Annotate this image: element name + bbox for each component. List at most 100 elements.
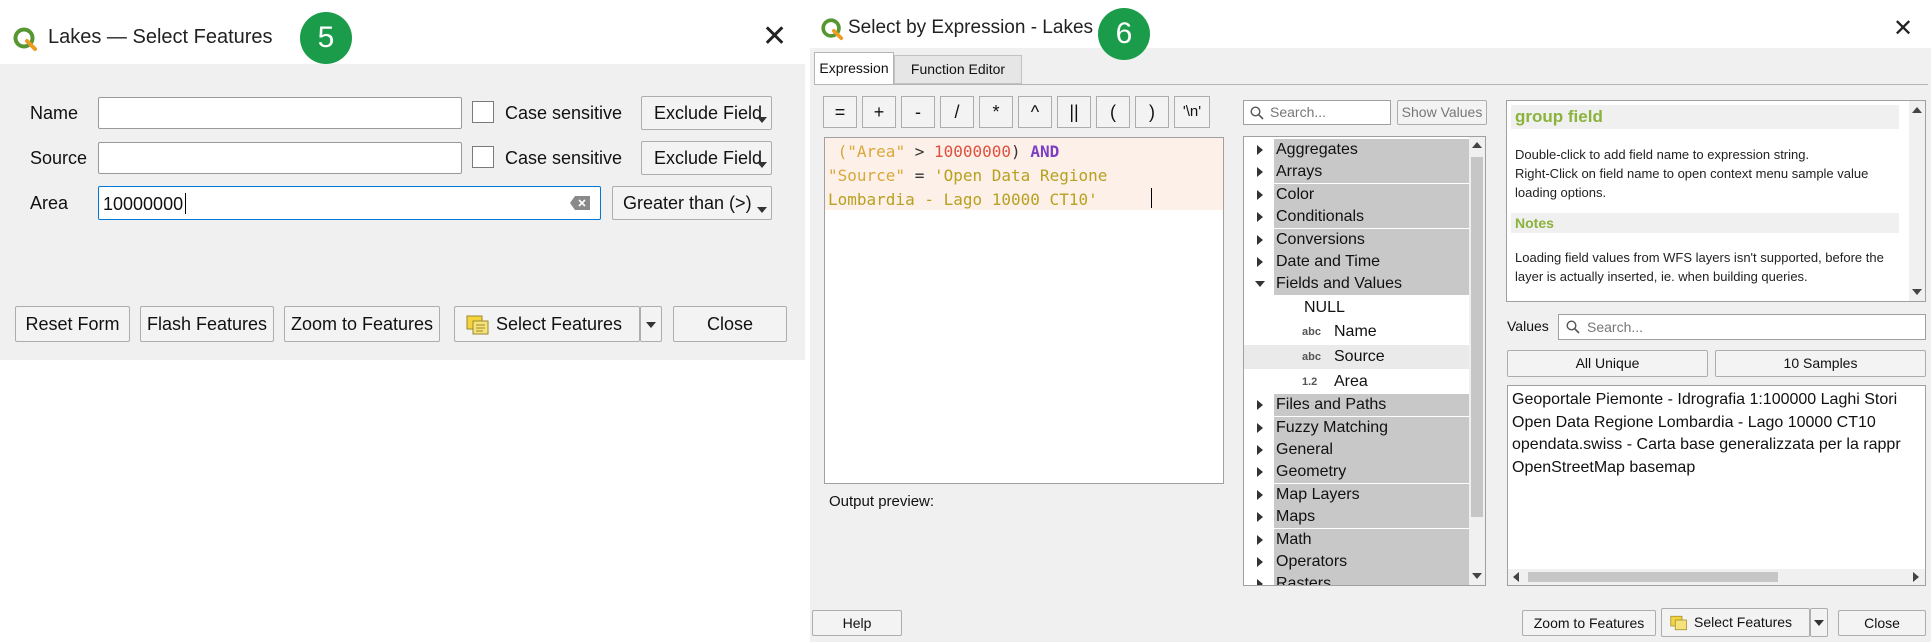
ten-samples-button[interactable]: 10 Samples: [1715, 350, 1926, 377]
chevron-down-icon[interactable]: [1255, 281, 1265, 288]
text-caret: [185, 193, 186, 214]
operator-multiply-button[interactable]: *: [979, 96, 1013, 128]
tree-group-item[interactable]: Fields and Values: [1244, 273, 1471, 296]
tree-group-item[interactable]: Files and Paths: [1244, 394, 1471, 417]
scroll-thumb[interactable]: [1471, 157, 1483, 517]
chevron-right-icon[interactable]: [1257, 445, 1263, 455]
operator-concat-button[interactable]: ||: [1057, 96, 1091, 128]
tree-group-item[interactable]: Color: [1244, 183, 1471, 206]
tree-group-item[interactable]: Arrays: [1244, 161, 1471, 184]
tree-group-item[interactable]: Date and Time: [1244, 251, 1471, 273]
tree-group-item[interactable]: General: [1244, 439, 1471, 461]
values-list[interactable]: Geoportale Piemonte - Idrografia 1:10000…: [1507, 385, 1926, 586]
chevron-right-icon[interactable]: [1257, 579, 1263, 585]
operator-open-paren-button[interactable]: (: [1096, 96, 1130, 128]
footer-zoom-to-features-button[interactable]: Zoom to Features: [1522, 610, 1656, 636]
tree-group-label: Operators: [1274, 551, 1471, 573]
function-tree[interactable]: Aggregates Arrays Color Conditionals Convers…: [1243, 136, 1486, 586]
tree-field-item[interactable]: abc Source: [1244, 345, 1469, 369]
left-close-button[interactable]: Close: [673, 306, 787, 342]
tree-field-item[interactable]: 1.2 Area: [1244, 370, 1469, 394]
chevron-right-icon[interactable]: [1257, 467, 1263, 478]
tree-group-item[interactable]: Geometry: [1244, 461, 1471, 484]
chevron-right-icon[interactable]: [1257, 422, 1263, 433]
reset-form-button[interactable]: Reset Form: [15, 306, 130, 342]
value-item[interactable]: Geoportale Piemonte - Idrografia 1:10000…: [1512, 389, 1901, 412]
tree-group-item[interactable]: Fuzzy Matching: [1244, 416, 1471, 439]
chevron-right-icon[interactable]: [1257, 145, 1263, 155]
scroll-left-icon[interactable]: [1513, 572, 1519, 582]
tree-group-item[interactable]: Conditionals: [1244, 206, 1471, 229]
function-tree-scrollbar[interactable]: [1469, 137, 1485, 585]
tree-group-item[interactable]: Operators: [1244, 551, 1471, 573]
scroll-down-icon[interactable]: [1472, 573, 1482, 579]
operator-newline-button[interactable]: '\n': [1174, 96, 1210, 128]
step-badge-5: 5: [300, 12, 352, 64]
tab-function-editor[interactable]: Function Editor: [894, 55, 1022, 84]
clear-input-icon[interactable]: [570, 196, 590, 210]
tree-group-item[interactable]: Map Layers: [1244, 483, 1471, 506]
source-mode-dropdown[interactable]: Exclude Field: [641, 141, 772, 175]
tab-expression[interactable]: Expression: [814, 52, 894, 84]
function-search-input[interactable]: Search...: [1243, 100, 1391, 125]
name-mode-dropdown[interactable]: Exclude Field: [641, 96, 772, 130]
chevron-right-icon[interactable]: [1257, 557, 1263, 567]
area-mode-dropdown[interactable]: Greater than (>): [612, 186, 772, 220]
source-input[interactable]: [98, 142, 462, 174]
value-item[interactable]: opendata.swiss - Carta base generalizzat…: [1512, 434, 1901, 457]
tree-group-item[interactable]: Maps: [1244, 506, 1471, 529]
scroll-up-icon[interactable]: [1472, 142, 1482, 148]
name-case-checkbox[interactable]: [472, 101, 494, 123]
chevron-right-icon[interactable]: [1257, 512, 1263, 523]
all-unique-button[interactable]: All Unique: [1507, 350, 1708, 377]
footer-select-features-button[interactable]: Select Features: [1661, 608, 1810, 637]
tree-group-item[interactable]: Math: [1244, 528, 1471, 551]
chevron-right-icon[interactable]: [1257, 234, 1263, 245]
help-scrollbar[interactable]: [1909, 101, 1925, 301]
expression-editor[interactable]: ("Area" > 10000000) AND "Source" = 'Open…: [824, 137, 1224, 484]
show-values-label: Show Values: [1401, 104, 1483, 120]
operator-power-button[interactable]: ^: [1018, 96, 1052, 128]
chevron-right-icon[interactable]: [1257, 400, 1263, 411]
scroll-up-icon[interactable]: [1912, 107, 1922, 113]
select-features-menu-button[interactable]: [640, 306, 662, 342]
chevron-right-icon[interactable]: [1257, 212, 1263, 223]
operator-close-paren-button[interactable]: ): [1135, 96, 1169, 128]
help-button[interactable]: Help: [812, 610, 902, 636]
show-values-button[interactable]: Show Values: [1397, 100, 1487, 125]
name-case-label: Case sensitive: [505, 103, 623, 123]
value-item[interactable]: Open Data Regione Lombardia - Lago 10000…: [1512, 412, 1901, 435]
tree-group-item[interactable]: Conversions: [1244, 228, 1471, 251]
tree-field-item[interactable]: NULL: [1244, 296, 1469, 320]
operator-minus-button[interactable]: -: [901, 96, 935, 128]
chevron-right-icon[interactable]: [1257, 257, 1263, 267]
values-search-input[interactable]: Search...: [1558, 314, 1926, 340]
operator-equals-button[interactable]: =: [823, 96, 857, 128]
tree-field-item[interactable]: abc Name: [1244, 320, 1469, 344]
right-close-icon[interactable]: ✕: [1893, 14, 1913, 44]
operator-divide-button[interactable]: /: [940, 96, 974, 128]
flash-features-button[interactable]: Flash Features: [140, 306, 274, 342]
right-close-button[interactable]: Close: [1838, 610, 1926, 636]
tree-group-label: General: [1274, 439, 1471, 461]
zoom-to-features-button[interactable]: Zoom to Features: [284, 306, 440, 342]
select-features-button[interactable]: Select Features: [454, 306, 640, 342]
name-input[interactable]: [98, 97, 462, 129]
area-input[interactable]: 10000000: [98, 186, 601, 220]
tree-group-label: Conditionals: [1274, 206, 1471, 229]
tree-group-item[interactable]: Rasters: [1244, 573, 1471, 585]
operator-plus-button[interactable]: +: [862, 96, 896, 128]
scroll-down-icon[interactable]: [1912, 289, 1922, 295]
hscroll-thumb[interactable]: [1528, 572, 1778, 582]
tree-group-item[interactable]: Aggregates: [1244, 139, 1471, 161]
chevron-right-icon[interactable]: [1257, 189, 1263, 200]
left-close-icon[interactable]: ✕: [762, 22, 787, 52]
scroll-right-icon[interactable]: [1913, 572, 1919, 582]
chevron-right-icon[interactable]: [1257, 489, 1263, 500]
chevron-right-icon[interactable]: [1257, 167, 1263, 178]
source-case-checkbox[interactable]: [472, 146, 494, 168]
footer-select-features-menu-button[interactable]: [1810, 608, 1828, 637]
value-item[interactable]: OpenStreetMap basemap: [1512, 457, 1901, 480]
chevron-right-icon[interactable]: [1257, 534, 1263, 545]
values-hscrollbar[interactable]: [1508, 569, 1925, 585]
